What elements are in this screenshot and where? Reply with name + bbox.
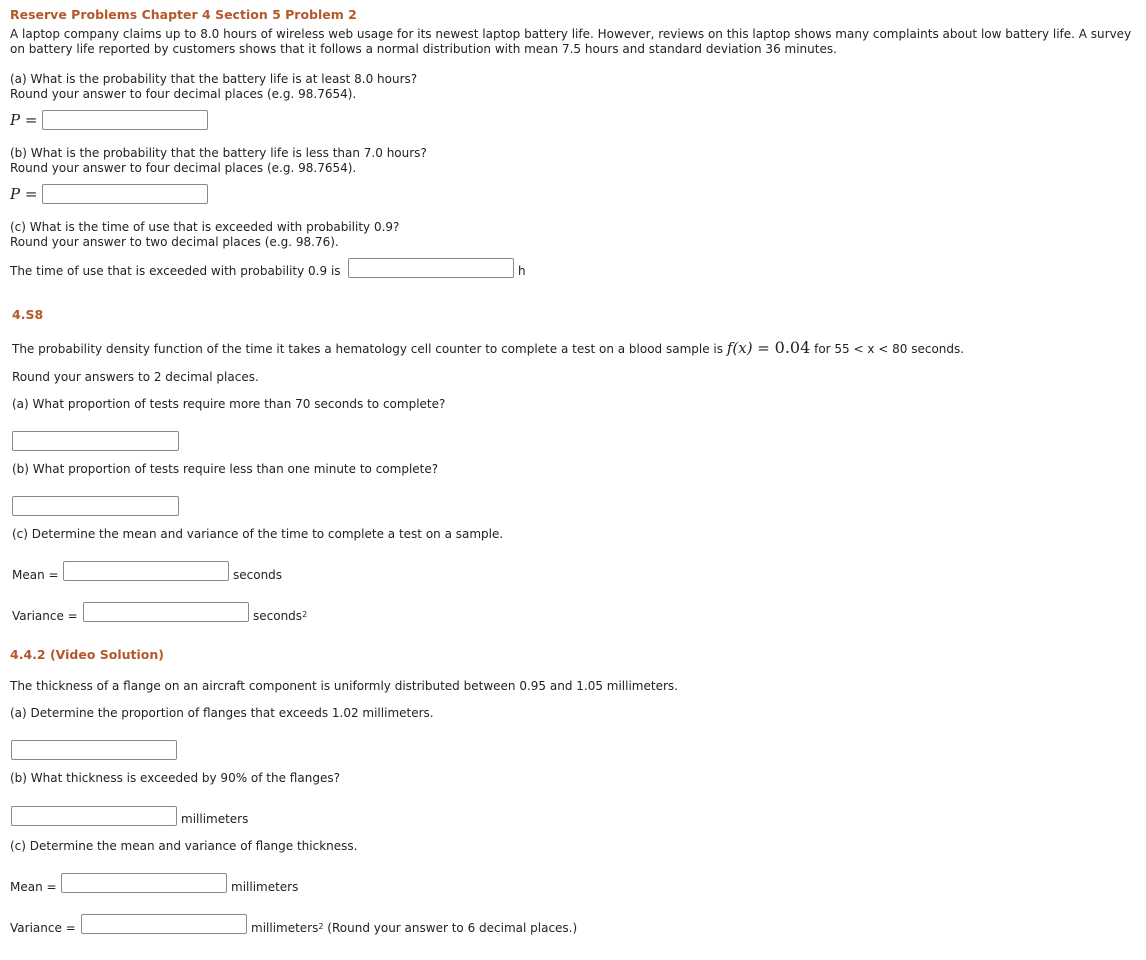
problem1-c-unit: h <box>518 264 526 278</box>
problem3-variance-unit-text: millimeters <box>251 921 319 935</box>
problem1-a-answer-input[interactable] <box>42 110 208 130</box>
problem3-variance-unit-sup: 2 <box>318 922 324 931</box>
problem2-variance-label: Variance = <box>12 609 78 623</box>
problem3-variance-label: Variance = <box>10 921 76 935</box>
problem2-c-question: (c) Determine the mean and variance of t… <box>12 527 504 541</box>
problem3-b-unit: millimeters <box>181 812 249 826</box>
problem2-b-answer-input[interactable] <box>12 496 179 516</box>
problem1-intro-line2: on battery life reported by customers sh… <box>10 42 837 56</box>
problem1-a-instruction: Round your answer to four decimal places… <box>10 87 357 101</box>
problem2-variance-unit: seconds2 <box>253 609 307 624</box>
problem3-mean-label: Mean = <box>10 880 57 894</box>
problem3-intro: The thickness of a flange on an aircraft… <box>10 679 678 693</box>
problem3-mean-input[interactable] <box>61 873 227 893</box>
problem3-b-answer-input[interactable] <box>11 806 177 826</box>
problem2-intro: The probability density function of the … <box>12 340 964 357</box>
problem1-title: Reserve Problems Chapter 4 Section 5 Pro… <box>10 7 357 22</box>
problem1-b-instruction: Round your answer to four decimal places… <box>10 161 357 175</box>
problem3-variance-note: (Round your answer to 6 decimal places.) <box>323 921 578 935</box>
problem2-formula-lhs: f(x) = <box>726 339 775 357</box>
problem2-intro-pre: The probability density function of the … <box>12 342 723 356</box>
problem2-mean-unit: seconds <box>233 568 283 582</box>
problem3-c-question: (c) Determine the mean and variance of f… <box>10 839 358 853</box>
problem1-a-question: (a) What is the probability that the bat… <box>10 72 418 86</box>
problem2-b-question: (b) What proportion of tests require les… <box>12 462 439 476</box>
problem2-a-question: (a) What proportion of tests require mor… <box>12 397 446 411</box>
problem3-variance-input[interactable] <box>81 914 247 934</box>
problem2-variance-unit-text: seconds <box>253 609 303 623</box>
problem1-c-instruction: Round your answer to two decimal places … <box>10 235 339 249</box>
problem2-intro-post: for 55 < x < 80 seconds. <box>810 342 965 356</box>
problem2-a-answer-input[interactable] <box>12 431 179 451</box>
problem3-title: 4.4.2 (Video Solution) <box>10 647 164 662</box>
problem3-a-answer-input[interactable] <box>11 740 177 760</box>
problem2-title: 4.S8 <box>12 307 44 322</box>
problem3-a-question: (a) Determine the proportion of flanges … <box>10 706 434 720</box>
problem3-b-question: (b) What thickness is exceeded by 90% of… <box>10 771 340 785</box>
problem2-formula-rhs: 0.04 <box>774 338 811 357</box>
problem2-round-note: Round your answers to 2 decimal places. <box>12 370 259 384</box>
problem1-intro-line1: A laptop company claims up to 8.0 hours … <box>10 27 1132 41</box>
problem3-variance-unit: millimeters2 (Round your answer to 6 dec… <box>251 921 577 936</box>
problem1-b-answer-input[interactable] <box>42 184 208 204</box>
problem2-mean-label: Mean = <box>12 568 59 582</box>
problem2-mean-input[interactable] <box>63 561 229 581</box>
problem2-variance-input[interactable] <box>83 602 249 622</box>
problem1-c-answer-input[interactable] <box>348 258 514 278</box>
problem1-b-question: (b) What is the probability that the bat… <box>10 146 427 160</box>
problem2-variance-unit-sup: 2 <box>302 610 308 619</box>
problem3-mean-unit: millimeters <box>231 880 299 894</box>
problem1-c-label: The time of use that is exceeded with pr… <box>10 264 341 278</box>
problem1-c-question: (c) What is the time of use that is exce… <box>10 220 400 234</box>
problem1-b-label: P = <box>10 185 38 203</box>
problem1-a-label: P = <box>10 111 38 129</box>
